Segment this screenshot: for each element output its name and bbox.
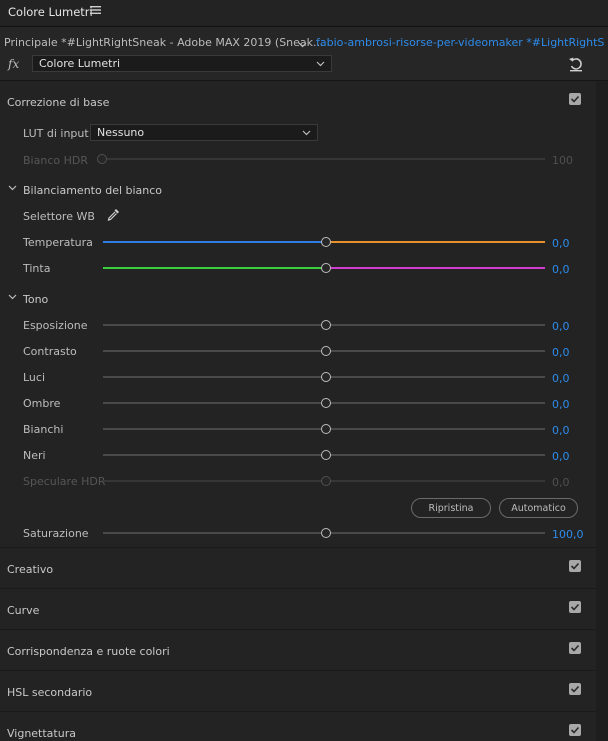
reset-icon[interactable] [567,55,585,73]
divider [0,547,596,548]
whites-value[interactable]: 0,0 [552,424,570,437]
tint-value[interactable]: 0,0 [552,263,570,276]
basic-correction-title[interactable]: Correzione di base [7,96,109,109]
hdr-specular-knob [321,476,331,486]
white-balance-title[interactable]: Bilanciamento del bianco [23,184,162,197]
lumetri-content [0,81,596,741]
divider [0,588,596,589]
lut-select-value: Nessuno [97,126,145,139]
shadows-value[interactable]: 0,0 [552,398,570,411]
section-hsl-checkbox[interactable] [569,683,581,695]
temperature-label: Temperatura [23,236,93,249]
effect-select-value: Colore Lumetri [39,57,121,70]
panel-title[interactable]: Colore Lumetri [8,5,93,19]
hdr-white-track [102,158,545,160]
divider [0,670,596,671]
hdr-specular-value: 0,0 [552,476,570,489]
hdr-white-value: 100 [552,154,573,167]
divider [0,711,596,712]
hamburger-icon[interactable] [90,4,101,18]
contrast-label: Contrasto [23,345,77,358]
reset-button[interactable]: Ripristina [411,498,491,518]
chevron-down-icon [316,57,325,70]
wb-picker-label: Selettore WB [23,210,95,223]
chevron-down-icon[interactable] [298,38,307,51]
eyedropper-icon[interactable] [106,207,121,225]
lut-label: LUT di input [23,127,89,140]
exposure-label: Esposizione [23,319,88,332]
blacks-knob[interactable] [321,450,331,460]
effect-select[interactable]: Colore Lumetri [32,55,332,72]
exposure-value[interactable]: 0,0 [552,320,570,333]
saturation-label: Saturazione [23,527,89,540]
tint-track-green[interactable] [103,267,325,269]
temperature-knob[interactable] [321,237,331,247]
auto-button[interactable]: Automatico [499,498,578,518]
contrast-value[interactable]: 0,0 [552,346,570,359]
saturation-value[interactable]: 100,0 [552,528,584,541]
clip-link[interactable]: fabio-ambrosi-risorse-per-videomaker *#L… [316,36,604,49]
scrollbar[interactable] [596,81,608,741]
section-vignette-checkbox[interactable] [569,724,581,736]
blacks-label: Neri [23,449,46,462]
whites-knob[interactable] [321,424,331,434]
master-clip-selector[interactable]: Principale *#LightRightSneak - Adobe MAX… [4,36,324,49]
highlights-label: Luci [23,371,46,384]
exposure-knob[interactable] [321,320,331,330]
section-curves-title[interactable]: Curve [7,604,39,617]
contrast-knob[interactable] [321,346,331,356]
hdr-white-label: Bianco HDR [23,154,88,167]
highlights-knob[interactable] [321,372,331,382]
tint-label: Tinta [23,262,51,275]
highlights-value[interactable]: 0,0 [552,372,570,385]
fx-label: fx [8,57,20,71]
shadows-label: Ombre [23,397,61,410]
section-color-wheels-checkbox[interactable] [569,642,581,654]
temperature-track-cool[interactable] [103,241,325,243]
section-hsl-title[interactable]: HSL secondario [7,686,92,699]
whites-label: Bianchi [23,423,64,436]
chevron-down-icon[interactable] [8,293,17,303]
lut-select[interactable]: Nessuno [90,124,318,141]
chevron-down-icon [302,126,311,139]
chevron-down-icon[interactable] [8,184,17,194]
section-curves-checkbox[interactable] [569,601,581,613]
hdr-white-knob [97,154,107,164]
temperature-track-warm[interactable] [325,241,545,243]
section-color-wheels-title[interactable]: Corrispondenza e ruote colori [7,645,170,658]
shadows-knob[interactable] [321,398,331,408]
section-vignette-title[interactable]: Vignettatura [7,727,76,740]
saturation-knob[interactable] [321,528,331,538]
hdr-specular-label: Speculare HDR [23,475,106,488]
section-creative-checkbox[interactable] [569,560,581,572]
divider [0,629,596,630]
tone-title[interactable]: Tono [23,293,48,306]
tint-knob[interactable] [321,263,331,273]
section-creative-title[interactable]: Creativo [7,563,53,576]
basic-correction-checkbox[interactable] [569,93,581,105]
tint-track-magenta[interactable] [325,267,545,269]
temperature-value[interactable]: 0,0 [552,237,570,250]
blacks-value[interactable]: 0,0 [552,450,570,463]
